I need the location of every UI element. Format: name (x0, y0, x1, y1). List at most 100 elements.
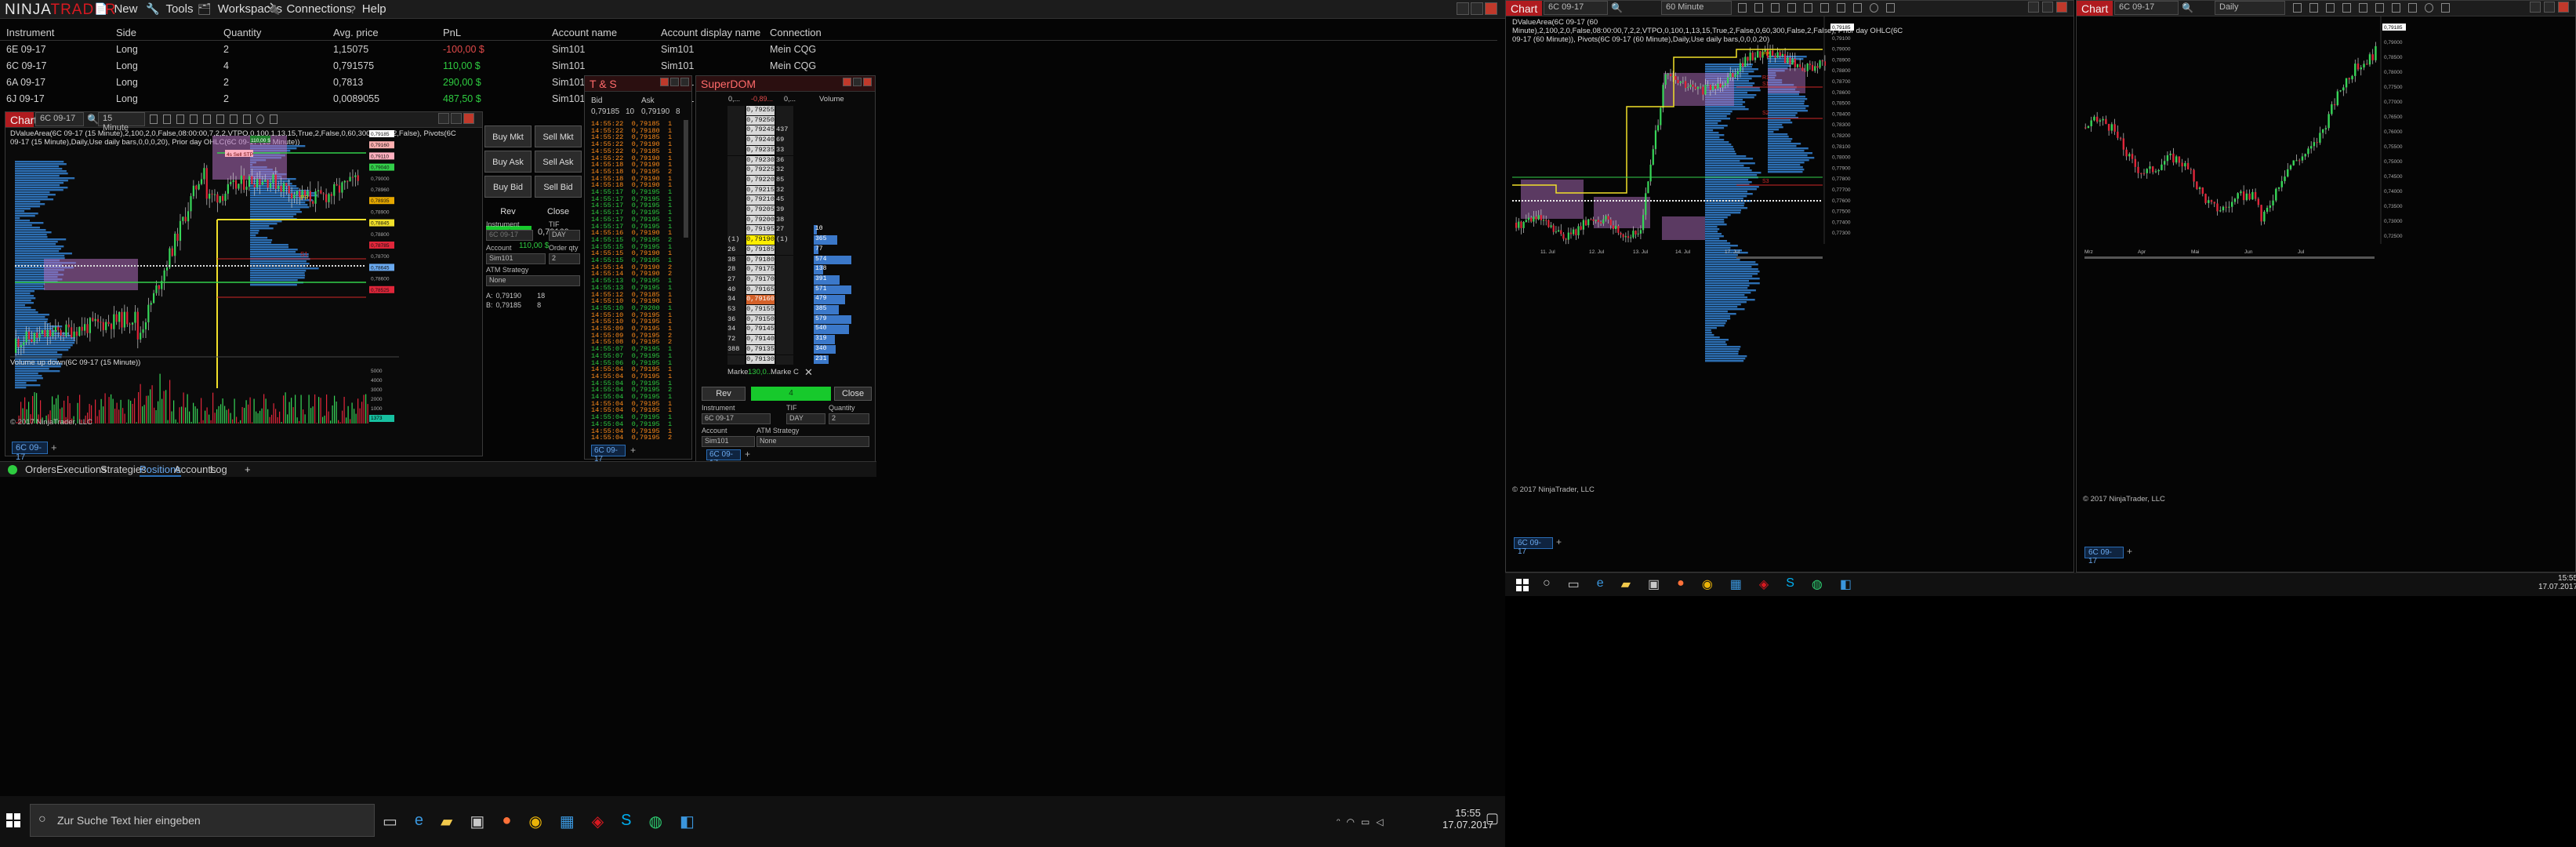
dom-bid-cell[interactable] (727, 195, 745, 205)
menu-item-help[interactable]: ? Help (350, 2, 386, 16)
chart3-interval-selector[interactable]: Daily (2215, 1, 2285, 15)
dom-price-cell[interactable]: 0,79230 (746, 155, 775, 165)
menu-item-tools[interactable]: 🔧 Tools (146, 2, 193, 16)
column-header[interactable]: Account name (552, 27, 617, 38)
chart2-tab[interactable]: 6C 09-17 (1514, 537, 1553, 556)
dom-price-cell[interactable]: 0,79150 (746, 314, 775, 325)
dom-ask-cell[interactable] (776, 265, 793, 275)
order-qty-stepper[interactable]: 2 (549, 253, 580, 264)
volume-icon[interactable]: ◁ (1376, 816, 1383, 827)
dom-bid-cell[interactable]: 40 (727, 285, 745, 296)
chart3-tab[interactable]: 6C 09-17 (2084, 547, 2124, 565)
dom-bid-cell[interactable]: 28 (727, 265, 745, 275)
ts-close-button[interactable] (680, 78, 689, 86)
dom-bid-cell[interactable] (727, 175, 745, 186)
dom-ask-cell[interactable] (776, 344, 793, 355)
dom-bid-cell[interactable] (727, 115, 745, 126)
chart2-screenshot-icon[interactable] (1804, 3, 1812, 13)
chart3-zoom-out-icon[interactable] (2342, 3, 2351, 13)
dom-ask-cell[interactable] (776, 115, 793, 126)
chart2-max-button[interactable] (2042, 2, 2053, 13)
chart2-instrument-selector[interactable]: 6C 09-17 (1544, 1, 1608, 15)
chart2-scrollbar[interactable] (1736, 256, 1823, 259)
dom-bid-cell[interactable]: 388 (727, 344, 745, 355)
dom-price-cell[interactable]: 0,79165 (746, 285, 775, 295)
app-icon[interactable]: ◍ (649, 812, 662, 831)
chart2-properties-icon[interactable] (1853, 3, 1862, 13)
secondary-start-icon[interactable] (1516, 579, 1529, 591)
chart2-trader-icon[interactable] (1886, 3, 1895, 13)
interval-selector[interactable]: 15 Minute (98, 112, 145, 133)
chart3-drawing-icon[interactable] (2309, 3, 2318, 13)
dom-ask-cell[interactable]: 39 (776, 205, 793, 216)
table-row[interactable]: 6E 09-17 Long 2 1,15075 -100,00 $ Sim101 Sim10… (0, 41, 1497, 57)
ts-add-tab-button[interactable]: + (630, 445, 636, 456)
column-header[interactable]: Avg. price (333, 27, 379, 38)
column-header[interactable]: Account display name (661, 27, 760, 38)
chart2-zoom-out-icon[interactable] (1787, 3, 1796, 13)
chart-min-button[interactable] (438, 113, 449, 124)
tab-log[interactable]: Log (210, 463, 227, 475)
ninjatrader-taskbar-icon[interactable]: ◈ (592, 812, 604, 831)
chart3-clock-icon[interactable] (2425, 3, 2433, 13)
dom-add-tab-button[interactable]: + (745, 449, 750, 460)
dom-ask-cell[interactable]: 33 (776, 145, 793, 156)
tab-+[interactable]: + (245, 463, 251, 475)
dom-ask-cell[interactable] (776, 335, 793, 345)
dom-ask-cell[interactable] (776, 325, 793, 336)
dom-ladder[interactable]: 0,79255 0,79250 0,79245 437 0,79240 69 0,79235… (727, 106, 869, 365)
chrome-icon[interactable]: ◉ (528, 812, 542, 831)
price-chart-15min[interactable]: PP S1 110,00 $ 4s Sell STP 0,79185 0,79160 0,7… (7, 129, 482, 435)
secondary-clock[interactable]: 15:55 17.07.2017 (2538, 574, 2576, 591)
firefox2-icon[interactable]: ● (1677, 576, 1685, 592)
dom-price-cell[interactable]: 0,79155 (746, 305, 775, 314)
ts-scrollbar[interactable] (684, 120, 688, 238)
dom-price-cell[interactable]: 0,79210 (746, 195, 775, 205)
dom-price-cell[interactable]: 0,79255 (746, 106, 775, 115)
edge2-icon[interactable]: e (1597, 576, 1604, 592)
dom-account-select[interactable]: Sim101 (702, 436, 755, 447)
dom-price-cell[interactable]: 0,79220 (746, 175, 775, 185)
chart-max-button[interactable] (451, 113, 462, 124)
dom-bid-cell[interactable]: 53 (727, 305, 745, 315)
chart2-clock-icon[interactable] (1870, 3, 1878, 13)
close-button[interactable] (1485, 2, 1497, 15)
dom-bid-cell[interactable] (727, 145, 745, 156)
add-tab-button[interactable]: + (51, 442, 57, 453)
dom-price-cell[interactable]: 0,79215 (746, 185, 775, 195)
explorer-icon[interactable]: ▰ (441, 812, 452, 831)
task-view-icon[interactable]: ▭ (383, 812, 397, 831)
dom-bid-cell[interactable] (727, 165, 745, 176)
skype2-icon[interactable]: S (1786, 576, 1794, 592)
chart2-bar-type-icon[interactable] (1738, 3, 1747, 13)
dom-price-cell[interactable]: 0,79175 (746, 265, 775, 274)
dom-ask-cell[interactable] (776, 305, 793, 315)
dom-ask-cell[interactable]: 69 (776, 136, 793, 146)
teamviewer2-icon[interactable]: ▦ (1730, 576, 1742, 592)
dom-ask-cell[interactable]: 36 (776, 155, 793, 166)
atm-strategy-select[interactable]: None (486, 275, 580, 286)
store-icon[interactable]: ▣ (470, 812, 484, 831)
dom-bid-cell[interactable]: 26 (727, 245, 745, 256)
sell-ask-button[interactable]: Sell Ask (535, 151, 582, 173)
dom-reverse-button[interactable]: Rev (702, 387, 746, 401)
app3-icon[interactable]: ◍ (1812, 576, 1823, 592)
dom-bid-cell[interactable] (727, 125, 745, 136)
dom-bid-cell[interactable]: 27 (727, 274, 745, 285)
task-view2-icon[interactable]: ▭ (1568, 576, 1580, 592)
dom-lock-button[interactable] (843, 78, 851, 86)
chart3-bar-type-icon[interactable] (2293, 3, 2302, 13)
dom-price-cell[interactable]: 0,79170 (746, 274, 775, 285)
windows-start-icon[interactable] (6, 813, 20, 827)
clock-icon[interactable] (256, 115, 264, 124)
tab-orders[interactable]: Orders (25, 463, 56, 475)
market-sell-button[interactable]: Marke (771, 368, 791, 376)
dom-ask-cell[interactable] (776, 285, 793, 296)
store2-icon[interactable]: ▣ (1648, 576, 1660, 592)
chart3-scrollbar[interactable] (2084, 256, 2375, 259)
wifi-icon[interactable]: ◠ (1347, 816, 1355, 827)
dom-price-cell[interactable]: 0,79130 (746, 354, 775, 365)
sell-market-button[interactable]: Sell Mkt (535, 125, 582, 147)
dom-bid-cell[interactable]: (1) (727, 235, 745, 245)
price-chart-60min[interactable]: PP R1 S2 S3 S1 0,79185 0,79100 0,79000 0,78900 0,… (1509, 16, 2070, 550)
